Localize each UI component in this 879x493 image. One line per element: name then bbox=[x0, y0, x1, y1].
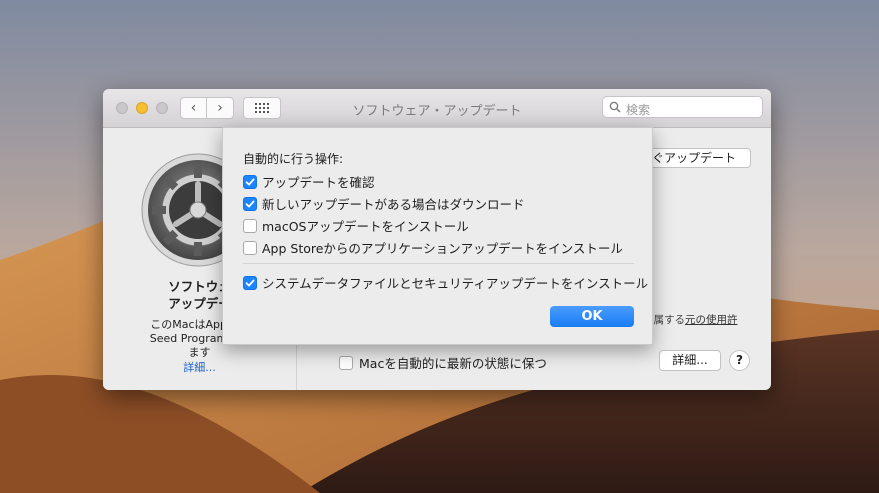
details-link[interactable]: 詳細... bbox=[103, 359, 296, 375]
ok-button[interactable]: OK bbox=[550, 306, 634, 327]
install-app-store-checkbox[interactable] bbox=[243, 240, 257, 255]
option-download-updates[interactable]: 新しいアップデートがある場合はダウンロード bbox=[243, 194, 525, 213]
checkmark-icon bbox=[245, 279, 255, 286]
option-label: 新しいアップデートがある場合はダウンロード bbox=[262, 197, 525, 212]
sidebar-desc-line-3: ます bbox=[188, 346, 211, 359]
help-button[interactable]: ? bbox=[729, 350, 750, 371]
separator bbox=[243, 263, 634, 264]
option-install-app-store[interactable]: App Storeからのアプリケーションアップデートをインストール bbox=[243, 238, 623, 257]
install-system-data-checkbox[interactable] bbox=[243, 275, 257, 290]
option-label: システムデータファイルとセキュリティアップデートをインストール bbox=[262, 276, 649, 291]
automatic-actions-sheet: 自動的に行う操作: アップデートを確認 新しいアップデートがある場合はダウンロー… bbox=[222, 127, 653, 345]
search-placeholder: 検索 bbox=[626, 103, 651, 117]
advanced-button[interactable]: 詳細... bbox=[659, 350, 721, 371]
title-bar: ‹ › ソフトウェア・アップデート 検索 bbox=[103, 89, 771, 128]
checkmark-icon bbox=[245, 178, 255, 185]
checkmark-icon bbox=[245, 200, 255, 207]
option-label: アップデートを確認 bbox=[262, 175, 375, 190]
license-link[interactable]: 元の使用許 bbox=[685, 314, 738, 326]
license-text: 付属する元の使用許 bbox=[643, 312, 738, 327]
auto-update-label: Macを自動的に最新の状態に保つ bbox=[359, 356, 547, 371]
option-label: macOSアップデートをインストール bbox=[262, 219, 469, 234]
sheet-heading: 自動的に行う操作: bbox=[243, 152, 344, 166]
search-field[interactable]: 検索 bbox=[602, 96, 763, 118]
search-icon bbox=[609, 101, 621, 113]
option-label: App Storeからのアプリケーションアップデートをインストール bbox=[262, 241, 623, 256]
auto-update-row: Macを自動的に最新の状態に保つ bbox=[339, 353, 547, 372]
auto-update-checkbox[interactable] bbox=[339, 355, 353, 370]
check-updates-checkbox[interactable] bbox=[243, 174, 257, 189]
option-check-updates[interactable]: アップデートを確認 bbox=[243, 172, 375, 191]
option-install-macos[interactable]: macOSアップデートをインストール bbox=[243, 216, 469, 235]
install-macos-checkbox[interactable] bbox=[243, 218, 257, 233]
download-updates-checkbox[interactable] bbox=[243, 196, 257, 211]
option-install-system-data[interactable]: システムデータファイルとセキュリティアップデートをインストール bbox=[243, 273, 648, 292]
update-now-button[interactable]: ぐアップデート bbox=[641, 148, 751, 168]
